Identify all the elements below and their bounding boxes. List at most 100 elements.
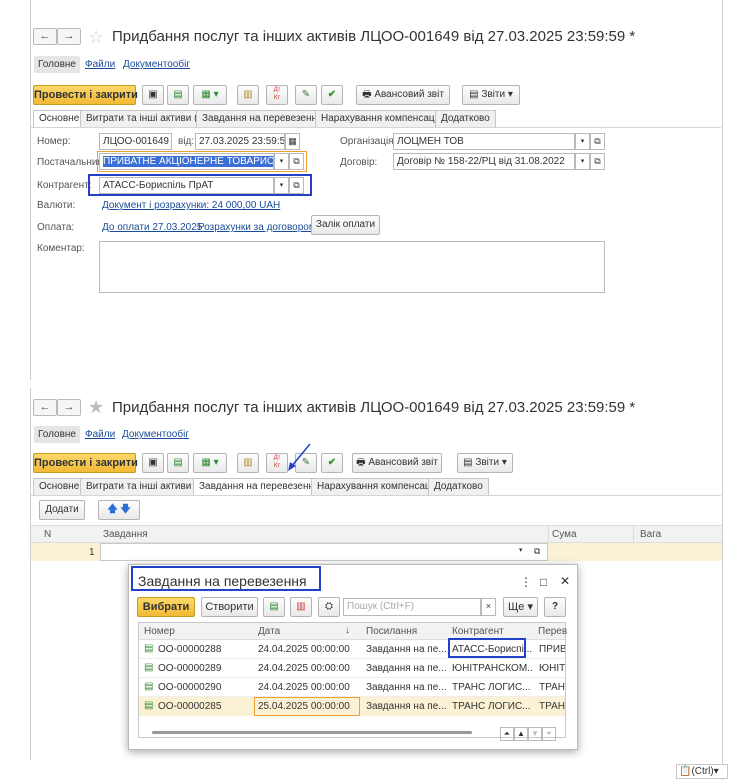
tab-transport-tasks[interactable]: Завдання на перевезення [193, 478, 326, 496]
help-button[interactable]: ? [544, 597, 566, 617]
tab-compensations[interactable]: Нарахування компенсацій [315, 110, 449, 127]
add-row-button[interactable]: Додати [39, 500, 85, 520]
document-title: Придбання послуг та інших активів ЛЦОО-0… [112, 28, 636, 45]
popup-title-highlight [131, 566, 321, 591]
select-button[interactable]: Вибрати [137, 597, 195, 617]
tab-basic[interactable]: Основне [33, 110, 86, 128]
scroll-down-icon[interactable]: ▼ [528, 727, 542, 741]
arrow-down-icon[interactable]: 🡇 [120, 504, 130, 515]
tab-additional[interactable]: Додатково [435, 110, 496, 127]
paste-options-button[interactable]: 📋(Ctrl)▾ [676, 764, 728, 779]
advance-report-button[interactable]: 🖶 Авансовий звіт [356, 85, 450, 105]
tab-basic[interactable]: Основне [33, 478, 86, 495]
tab-files[interactable]: Файли [85, 59, 115, 70]
row-link: Завдання на пе... [366, 701, 446, 712]
copy-icon[interactable]: ▤ [263, 597, 285, 617]
supplier-field[interactable]: ПРИВАТНЕ АКЦІОНЕРНЕ ТОВАРИСТВО [99, 153, 274, 170]
save-icon[interactable]: ▣ [142, 453, 164, 473]
date-field[interactable]: 27.03.2025 23:59:59 [195, 133, 285, 150]
task-cell-input[interactable] [100, 543, 548, 561]
chevron-down-icon[interactable]: ▾ [519, 546, 523, 554]
comment-field[interactable] [99, 241, 605, 293]
back-button[interactable]: ← [33, 399, 57, 416]
checkmark-icon[interactable]: ✔ [321, 453, 343, 473]
arrow-up-icon[interactable]: 🡅 [107, 504, 117, 515]
payment-due-link[interactable]: До оплати 27.03.2025 [102, 222, 202, 233]
post-icon[interactable]: ▤ [167, 85, 189, 105]
organization-field[interactable]: ЛОЦМЕН ТОВ [393, 133, 575, 150]
maximize-icon[interactable]: □ [540, 575, 547, 589]
number-field[interactable]: ЛЦОО-001649 [99, 133, 172, 150]
forward-button[interactable]: → [57, 28, 81, 45]
tab-main-panel[interactable]: Головне [34, 56, 80, 73]
right-border [722, 0, 723, 780]
scroll-nav-buttons[interactable]: ⏶ ▲ ▼ ⏷ [500, 727, 564, 741]
tab-transport-tasks[interactable]: Завдання на перевезення [196, 110, 329, 127]
close-icon[interactable]: ✕ [560, 574, 570, 588]
column-weight: Вага [640, 529, 662, 540]
settlements-link[interactable]: Розрахунки за договором [198, 222, 316, 233]
tabs-divider [31, 127, 721, 128]
create-based-on-icon[interactable]: ▦ ▾ [193, 85, 227, 105]
favorite-star-icon[interactable]: ☆ [88, 28, 104, 46]
counterparty-highlight [448, 638, 526, 658]
search-input[interactable]: Пошук (Ctrl+F) [343, 598, 481, 616]
annotation-arrow-icon [288, 443, 311, 471]
counterparty-label: Контрагент: [37, 180, 92, 191]
dt-kt-icon[interactable]: Дт Кт [266, 85, 288, 105]
forward-button[interactable]: → [57, 399, 81, 416]
row-counterparty: ЮНІТРАНСКОМ... [452, 663, 532, 674]
move-up-down-buttons[interactable]: 🡅 🡇 [98, 500, 140, 520]
open-icon[interactable]: ⧉ [289, 153, 304, 170]
more-menu-icon[interactable]: ⋮ [520, 575, 532, 589]
document-icon: ▤ [144, 643, 154, 654]
open-icon[interactable]: ⧉ [590, 153, 605, 170]
tab-expenses[interactable]: Витрати та інші активи (1) [80, 110, 213, 127]
open-icon[interactable]: ⧉ [289, 177, 304, 194]
column-carrier: Перев [538, 626, 568, 637]
favorite-star-icon[interactable]: ★ [88, 398, 104, 416]
create-button[interactable]: Створити [201, 597, 258, 617]
create-based-on-icon[interactable]: ▦ ▾ [193, 453, 227, 473]
column-date: Дата [258, 626, 281, 637]
tab-docflow[interactable]: Документообіг [122, 429, 189, 440]
mark-delete-icon[interactable]: ▥ [290, 597, 312, 617]
open-icon[interactable]: ⧉ [590, 133, 605, 150]
currency-link[interactable]: Документ і розрахунки: 24 000,00 UAH [102, 200, 280, 211]
tab-compensations[interactable]: Нарахування компенсацій [311, 478, 445, 495]
row-carrier: ТРАН( [539, 701, 565, 712]
horizontal-scrollbar[interactable] [144, 730, 492, 735]
post-and-close-button[interactable]: Провести і закрити [33, 85, 138, 105]
chevron-down-icon[interactable]: ▾ [274, 177, 289, 194]
advance-report-button[interactable]: 🖶 Авансовий звіт [352, 453, 442, 473]
search-binoculars-icon[interactable]: ⛭ [318, 597, 340, 617]
open-icon[interactable]: ⧉ [534, 546, 540, 557]
scroll-first-icon[interactable]: ⏶ [500, 727, 514, 741]
save-icon[interactable]: ▣ [142, 85, 164, 105]
more-button[interactable]: Ще ▾ [503, 597, 538, 617]
reports-button[interactable]: ▤ Звіти ▾ [457, 453, 513, 473]
contract-field[interactable]: Договір № 158-22/РЦ від 31.08.2022 [393, 153, 575, 170]
back-button[interactable]: ← [33, 28, 57, 45]
currency-label: Валюти: [37, 200, 76, 211]
checkmark-icon[interactable]: ✔ [321, 85, 343, 105]
reports-button[interactable]: ▤ Звіти ▾ [462, 85, 520, 105]
journal-icon[interactable]: ▥ [237, 453, 259, 473]
offset-payment-button[interactable]: Залік оплати [311, 215, 380, 235]
tab-files[interactable]: Файли [85, 429, 115, 440]
calendar-icon[interactable]: ▦ [285, 133, 300, 150]
chevron-down-icon[interactable]: ▾ [575, 153, 590, 170]
post-icon[interactable]: ▤ [167, 453, 189, 473]
counterparty-field[interactable]: АТАСС-Бориспіль ПрАТ [99, 177, 274, 194]
chevron-down-icon[interactable]: ▾ [575, 133, 590, 150]
post-and-close-button[interactable]: Провести і закрити [33, 453, 138, 473]
scroll-up-icon[interactable]: ▲ [514, 727, 528, 741]
edit-icon[interactable]: ✎ [295, 85, 317, 105]
clear-search-icon[interactable]: × [481, 598, 496, 616]
tab-additional[interactable]: Додатково [428, 478, 489, 495]
journal-icon[interactable]: ▥ [237, 85, 259, 105]
chevron-down-icon[interactable]: ▾ [274, 153, 289, 170]
tab-docflow[interactable]: Документообіг [123, 59, 190, 70]
tab-main-panel[interactable]: Головне [34, 426, 80, 443]
scroll-last-icon[interactable]: ⏷ [542, 727, 556, 741]
